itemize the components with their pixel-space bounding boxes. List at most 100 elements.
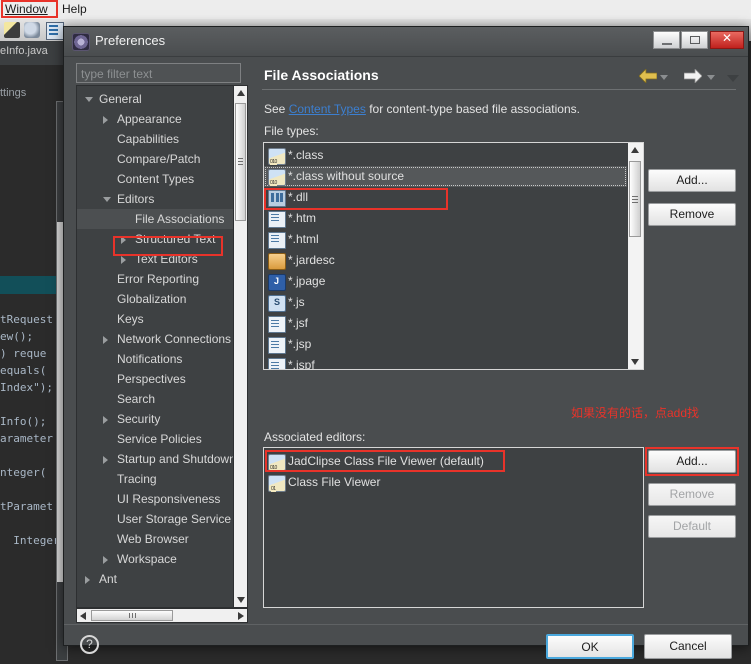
sidebar-item-compare-patch[interactable]: Compare/Patch	[77, 149, 233, 169]
list-item-label: *.jsp	[288, 337, 312, 351]
menu-chevron-down-icon[interactable]	[727, 75, 739, 82]
add-file-type-label: Add...	[676, 173, 708, 187]
remove-editor-label: Remove	[669, 487, 715, 501]
highlight-box-jadclipse-viewer	[265, 450, 505, 472]
list-item[interactable]: *.js	[264, 292, 627, 313]
list-item[interactable]: *.html	[264, 229, 627, 250]
file-types-scrollbar-thumb[interactable]	[629, 161, 641, 237]
scroll-right-icon[interactable]	[238, 612, 244, 620]
list-item[interactable]: *.jsp	[264, 334, 627, 355]
sidebar-item-label: General	[99, 92, 142, 106]
cancel-button-label: Cancel	[669, 639, 707, 653]
sidebar-item-editors[interactable]: Editors	[77, 189, 233, 209]
back-arrow-icon[interactable]	[639, 69, 657, 83]
tree-horizontal-scrollbar[interactable]	[76, 608, 248, 623]
sidebar-item-notifications[interactable]: Notifications	[77, 349, 233, 369]
debug-icon[interactable]	[24, 22, 40, 38]
minimize-icon[interactable]	[653, 31, 680, 49]
maximize-icon[interactable]	[681, 31, 708, 49]
scroll-down-icon[interactable]	[237, 597, 245, 603]
sidebar-item-tracing[interactable]: Tracing	[77, 469, 233, 489]
sidebar-item-security[interactable]: Security	[77, 409, 233, 429]
tree-hscrollbar-thumb[interactable]	[91, 610, 173, 621]
html-file-icon	[268, 211, 286, 228]
scroll-down-icon[interactable]	[631, 359, 639, 365]
remove-file-type-button[interactable]: Remove	[648, 203, 736, 226]
sidebar-item-user-storage-service[interactable]: User Storage Service	[77, 509, 233, 529]
sidebar-item-appearance[interactable]: Appearance	[77, 109, 233, 129]
chevron-right-icon[interactable]	[121, 256, 126, 264]
search-input[interactable]: type filter text	[76, 63, 241, 83]
help-icon[interactable]: ?	[80, 635, 99, 654]
run-icon[interactable]	[4, 22, 20, 38]
chevron-right-icon[interactable]	[103, 456, 108, 464]
chevron-right-icon[interactable]	[85, 576, 90, 584]
file-types-list[interactable]: *.class*.class without source*.dll*.htm*…	[263, 142, 644, 370]
list-item[interactable]: *.htm	[264, 208, 627, 229]
sidebar-item-error-reporting[interactable]: Error Reporting	[77, 269, 233, 289]
add-file-type-button[interactable]: Add...	[648, 169, 736, 192]
forward-arrow-icon[interactable]	[684, 69, 702, 83]
sidebar-item-keys[interactable]: Keys	[77, 309, 233, 329]
sidebar-item-label: UI Responsiveness	[117, 492, 221, 506]
see-suffix: for content-type based file associations…	[365, 102, 580, 116]
list-item[interactable]: *.jspf	[264, 355, 627, 370]
sidebar-item-web-browser[interactable]: Web Browser	[77, 529, 233, 549]
chevron-down-icon[interactable]	[103, 197, 111, 202]
editor-code-text: tRequest ew(); ) reque equals( Index"); …	[0, 313, 60, 547]
menu-item-help[interactable]: Help	[62, 2, 87, 16]
tree-vertical-scrollbar[interactable]	[233, 86, 247, 607]
list-item[interactable]: *.jpage	[264, 271, 627, 292]
sidebar-item-label: Security	[117, 412, 161, 426]
sidebar-item-service-policies[interactable]: Service Policies	[77, 429, 233, 449]
sidebar-item-ant[interactable]: Ant	[77, 569, 233, 589]
scroll-up-icon[interactable]	[631, 147, 639, 153]
list-item[interactable]: *.class	[264, 145, 627, 166]
sidebar-item-workspace[interactable]: Workspace	[77, 549, 233, 569]
list-item-label: *.htm	[288, 211, 317, 225]
chevron-right-icon[interactable]	[103, 416, 108, 424]
sidebar-item-label: Content Types	[117, 172, 195, 186]
sidebar-item-file-associations[interactable]: File Associations	[77, 209, 233, 229]
list-item[interactable]: *.class without source	[264, 166, 627, 187]
list-item-label: *.html	[288, 232, 319, 246]
forward-dropdown-chevron-down-icon[interactable]	[707, 75, 715, 80]
file-types-vertical-scrollbar[interactable]	[628, 143, 643, 369]
editor-tab-label[interactable]: eInfo.java	[0, 45, 48, 57]
sidebar-item-label: Tracing	[117, 472, 157, 486]
sidebar-item-globalization[interactable]: Globalization	[77, 289, 233, 309]
list-item[interactable]: Class File Viewer	[264, 472, 641, 493]
list-item[interactable]: *.jardesc	[264, 250, 627, 271]
chevron-down-icon[interactable]	[85, 97, 93, 102]
sidebar-item-content-types[interactable]: Content Types	[77, 169, 233, 189]
sidebar-item-general[interactable]: General	[77, 89, 233, 109]
sidebar-item-search[interactable]: Search	[77, 389, 233, 409]
list-item[interactable]: *.jsf	[264, 313, 627, 334]
dialog-title-bar[interactable]: Preferences	[64, 27, 748, 57]
tree-scrollbar-thumb[interactable]	[235, 103, 246, 221]
sidebar-item-network-connections[interactable]: Network Connections	[77, 329, 233, 349]
sidebar-item-capabilities[interactable]: Capabilities	[77, 129, 233, 149]
new-file-icon[interactable]	[46, 22, 64, 40]
close-icon[interactable]	[710, 31, 744, 49]
class-file-icon	[268, 148, 286, 165]
ok-button-label: OK	[581, 640, 599, 654]
back-dropdown-chevron-down-icon[interactable]	[660, 75, 668, 80]
chevron-right-icon[interactable]	[103, 556, 108, 564]
ok-button[interactable]: OK	[546, 634, 634, 659]
content-types-link[interactable]: Content Types	[289, 102, 366, 116]
scroll-up-icon[interactable]	[237, 90, 245, 96]
sidebar-item-label: Appearance	[117, 112, 182, 126]
chevron-right-icon[interactable]	[103, 336, 108, 344]
sidebar-item-perspectives[interactable]: Perspectives	[77, 369, 233, 389]
jsf-file-icon	[268, 316, 286, 333]
chevron-right-icon[interactable]	[103, 116, 108, 124]
sidebar-item-startup-and-shutdown[interactable]: Startup and Shutdown	[77, 449, 236, 469]
scroll-left-icon[interactable]	[80, 612, 86, 620]
sidebar-item-ui-responsiveness[interactable]: UI Responsiveness	[77, 489, 233, 509]
preferences-tree[interactable]: General Appearance Capabilities Compare/Pat…	[76, 85, 248, 608]
cancel-button[interactable]: Cancel	[644, 634, 732, 659]
list-item-label: *.class without source	[288, 169, 405, 183]
list-item-label: *.jspf	[288, 358, 315, 370]
jar-file-icon	[268, 253, 286, 270]
